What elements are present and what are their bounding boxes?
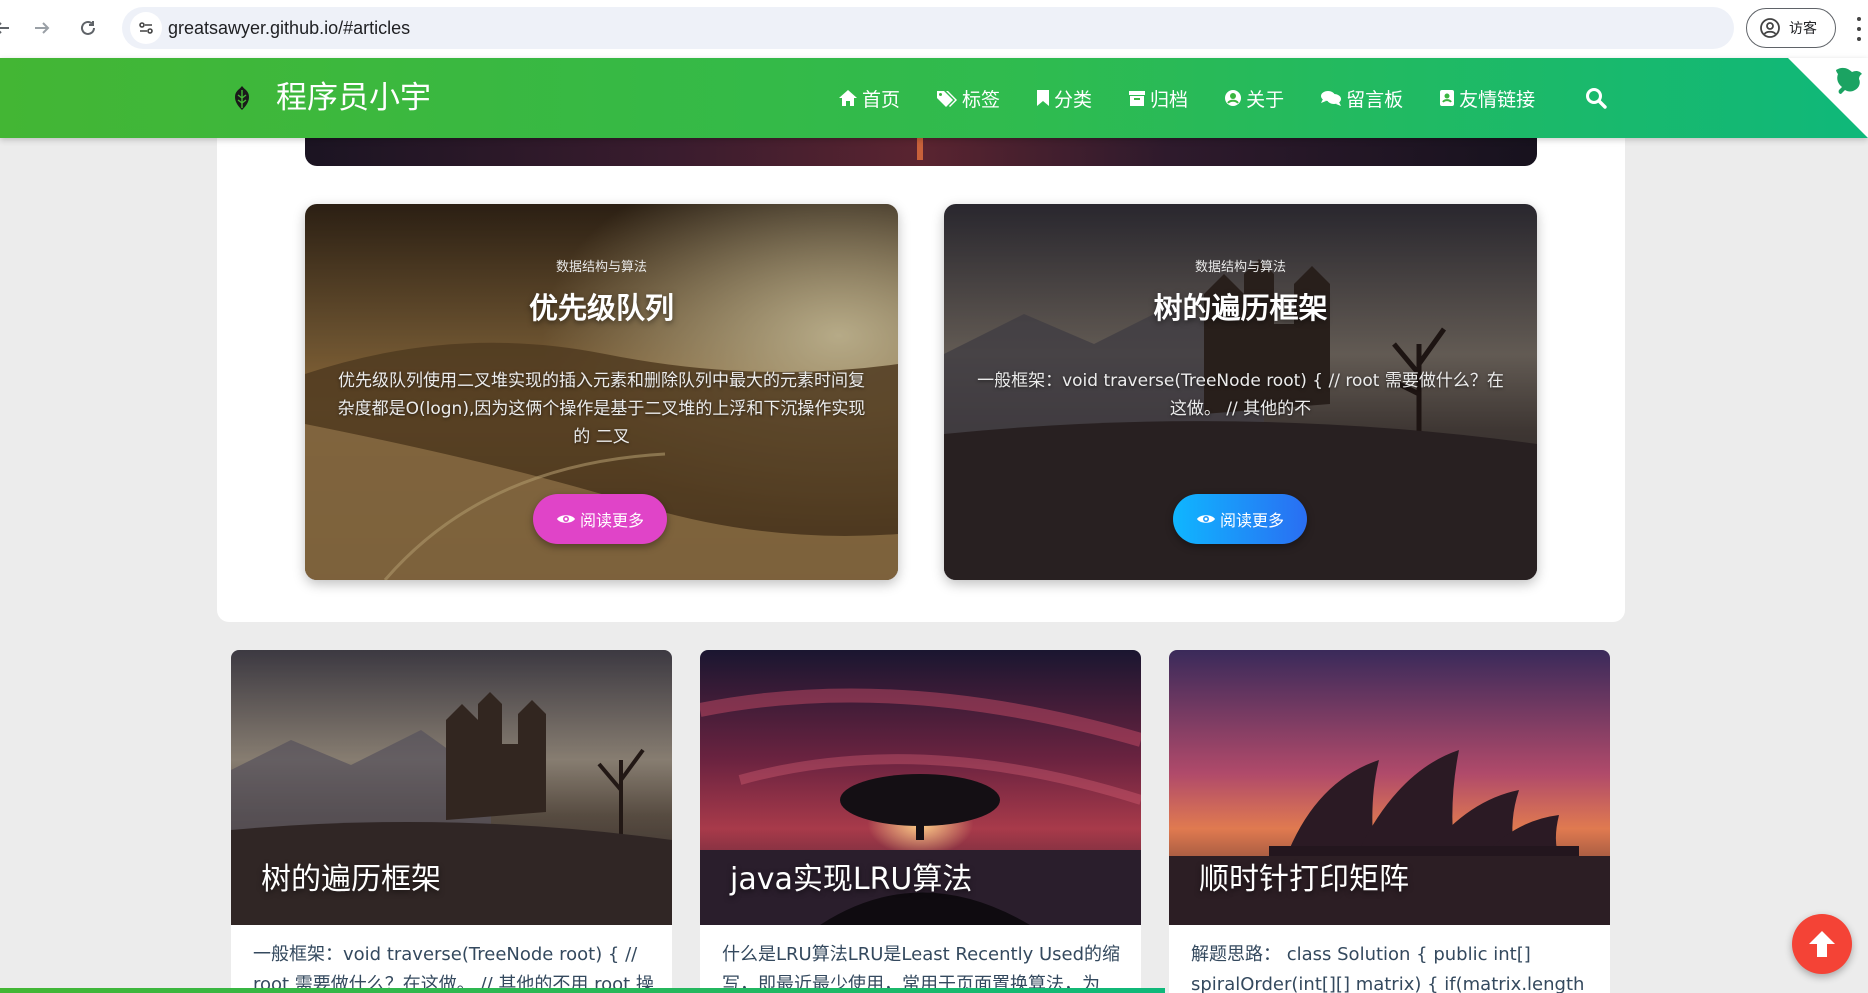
tags-icon — [937, 91, 958, 107]
browser-menu-icon[interactable] — [1850, 14, 1868, 44]
address-bar[interactable]: greatsawyer.github.io/#articles — [122, 7, 1734, 49]
nav-tags[interactable]: 标签 — [936, 85, 1000, 112]
site-header: 程序员小宇 首页 标签 分类 归档 关于 留言板 友情链接 — [0, 58, 1868, 138]
nav-label: 友情链接 — [1459, 88, 1536, 111]
featured-card[interactable]: 数据结构与算法 树的遍历框架 一般框架：void traverse(TreeNo… — [944, 204, 1537, 580]
main-nav: 首页 标签 分类 归档 关于 留言板 友情链接 — [838, 58, 1571, 138]
archive-icon — [1129, 91, 1146, 106]
bookmark-icon — [1037, 90, 1050, 106]
browser-toolbar: greatsawyer.github.io/#articles 访客 — [0, 0, 1868, 58]
back-to-top-button[interactable] — [1792, 914, 1852, 974]
user-circle-icon — [1225, 90, 1242, 106]
site-logo-icon[interactable] — [230, 84, 254, 112]
read-more-label: 阅读更多 — [1219, 511, 1284, 530]
site-info-icon[interactable] — [130, 12, 162, 44]
post-title[interactable]: 树的遍历框架 — [261, 854, 441, 898]
back-icon[interactable] — [0, 12, 18, 44]
read-more-button[interactable]: 阅读更多 — [533, 494, 667, 544]
post-category[interactable]: 数据结构与算法 — [1195, 256, 1286, 275]
profile-button[interactable]: 访客 — [1746, 8, 1836, 48]
comments-icon — [1321, 91, 1342, 106]
post-title[interactable]: 树的遍历框架 — [1153, 285, 1327, 327]
read-more-label: 阅读更多 — [579, 511, 644, 530]
post-excerpt: 解题思路： class Solution { public int[] spir… — [1191, 944, 1585, 993]
site-title[interactable]: 程序员小宇 — [276, 76, 431, 120]
home-icon — [839, 90, 857, 106]
post-category[interactable]: 数据结构与算法 — [556, 256, 647, 275]
url-text: greatsawyer.github.io/#articles — [168, 18, 411, 38]
featured-card[interactable]: 数据结构与算法 优先级队列 优先级队列使用二叉堆实现的插入元素和删除队列中最大的… — [305, 204, 898, 580]
post-excerpt: 优先级队列使用二叉堆实现的插入元素和删除队列中最大的元素时间复杂度都是O(log… — [337, 371, 866, 447]
nav-archive[interactable]: 归档 — [1128, 85, 1188, 112]
scroll-progress-bar — [0, 988, 1165, 993]
profile-label: 访客 — [1789, 21, 1817, 37]
nav-categories[interactable]: 分类 — [1036, 85, 1092, 112]
post-excerpt: 一般框架：void traverse(TreeNode root) { // r… — [253, 944, 654, 993]
post-title[interactable]: 顺时针打印矩阵 — [1199, 854, 1409, 898]
forward-icon[interactable] — [26, 12, 58, 44]
nav-label: 关于 — [1246, 88, 1285, 111]
nav-label: 分类 — [1054, 88, 1093, 111]
post-excerpt: 什么是LRU算法LRU是Least Recently Used的缩写，即最近最少… — [722, 944, 1121, 993]
post-card[interactable]: 树的遍历框架 一般框架：void traverse(TreeNode root)… — [231, 650, 672, 993]
nav-about[interactable]: 关于 — [1224, 85, 1284, 112]
account-icon — [1760, 18, 1780, 38]
eye-icon — [1196, 515, 1215, 523]
nav-label: 归档 — [1150, 88, 1189, 111]
eye-icon — [556, 515, 575, 523]
nav-label: 首页 — [862, 88, 901, 111]
nav-label: 标签 — [962, 88, 1001, 111]
arrow-up-icon — [1809, 931, 1835, 957]
nav-guestbook[interactable]: 留言板 — [1320, 85, 1403, 112]
read-more-button[interactable]: 阅读更多 — [1173, 494, 1307, 544]
search-icon[interactable] — [1584, 86, 1608, 110]
address-book-icon — [1440, 90, 1455, 106]
post-card[interactable]: 顺时针打印矩阵 解题思路： class Solution { public in… — [1169, 650, 1610, 993]
post-card[interactable]: java实现LRU算法 什么是LRU算法LRU是Least Recently U… — [700, 650, 1141, 993]
post-title[interactable]: java实现LRU算法 — [730, 854, 972, 898]
post-excerpt: 一般框架：void traverse(TreeNode root) { // r… — [977, 371, 1504, 419]
nav-home[interactable]: 首页 — [838, 85, 900, 112]
reload-icon[interactable] — [72, 12, 104, 44]
nav-friend-links[interactable]: 友情链接 — [1439, 85, 1535, 112]
post-title[interactable]: 优先级队列 — [529, 285, 674, 327]
github-corner-icon[interactable] — [1788, 58, 1868, 138]
nav-label: 留言板 — [1346, 88, 1404, 111]
